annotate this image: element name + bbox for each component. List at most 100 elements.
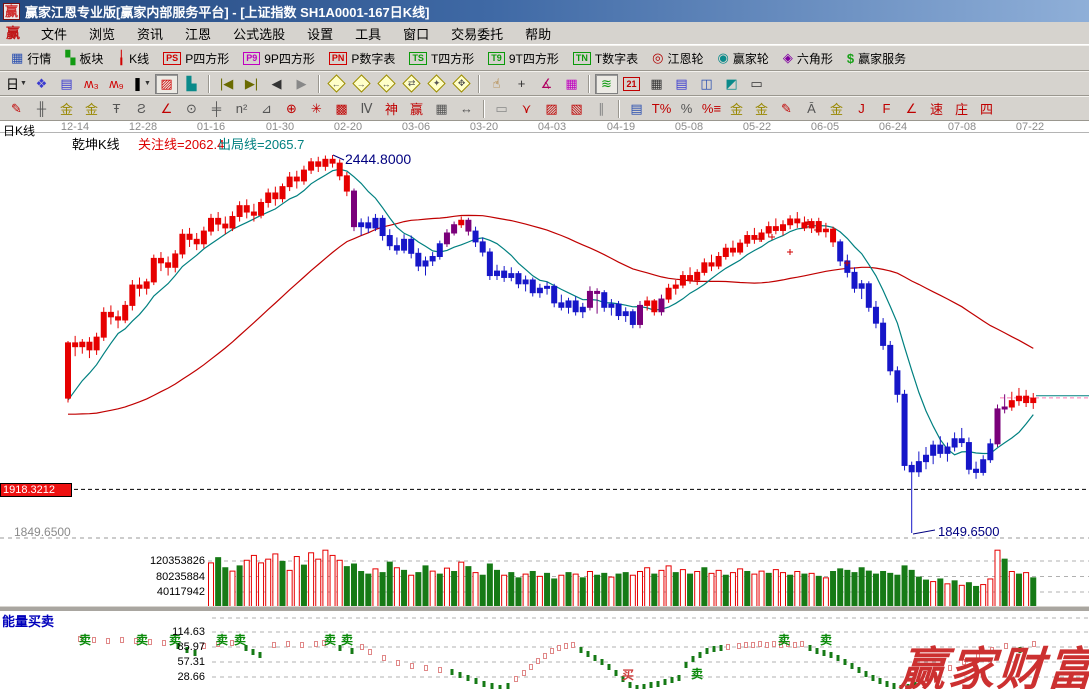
menu-item-3[interactable]: 江恩	[174, 22, 222, 45]
toolbar-button-f-grid-tool[interactable]: Ŧ	[105, 99, 128, 119]
menu-item-5[interactable]: 设置	[296, 22, 344, 45]
toolbar-button-ying-tool[interactable]: 赢	[405, 99, 428, 119]
toolbar-button-kn-tool[interactable]: Ⅳ	[355, 99, 378, 119]
toolbar-button-first-page[interactable]: |◀	[215, 74, 238, 94]
toolbar-button-winner-wheel[interactable]: ◉赢家轮	[711, 47, 776, 69]
toolbar-button-angle-line-tool[interactable]: ∠	[900, 99, 923, 119]
kline-chart-canvas[interactable]: 卖卖卖卖卖卖卖卖卖卖买	[0, 121, 1089, 689]
toolbar-button-t-square[interactable]: TST四方形	[402, 47, 481, 69]
toolbar-button-qiankun-toggle[interactable]: ▨	[155, 74, 178, 94]
toolbar-button-angle-tool[interactable]: ∡	[535, 74, 558, 94]
toolbar-button-circle-pattern-tool[interactable]: ▨	[540, 99, 563, 119]
toolbar-button-percent-lines-tool[interactable]: %≡	[700, 99, 723, 119]
toolbar-button-wave-3[interactable]: ʍ₃	[80, 74, 103, 94]
menu-item-9[interactable]: 帮助	[514, 22, 562, 45]
toolbar-button-gold-circle-tool[interactable]: 金	[725, 99, 748, 119]
toolbar-button-width-arrows-tool[interactable]: ↔	[455, 99, 478, 119]
toolbar-button-shift-left[interactable]: ←	[325, 74, 348, 94]
9p-square-icon: P9	[243, 52, 260, 65]
toolbar-button-speed-line-tool[interactable]: 速	[925, 99, 948, 119]
toolbar-button-shen-tool[interactable]: 神	[380, 99, 403, 119]
toolbar-button-si-line-tool[interactable]: 四	[975, 99, 998, 119]
toolbar-button-info-panel[interactable]: ▤	[55, 74, 78, 94]
toolbar-button-gann-wheel[interactable]: ◎江恩轮	[645, 47, 710, 69]
toolbar-button-zhuang-line-tool[interactable]: 庄	[950, 99, 973, 119]
toolbar-button-save[interactable]: ◫	[695, 74, 718, 94]
toolbar-button-notes[interactable]: ▤	[670, 74, 693, 94]
toolbar-button-winner-service[interactable]: $赢家服务	[840, 47, 913, 69]
toolbar-button-starburst-tool[interactable]: ✳	[305, 99, 328, 119]
toolbar-button-expand-all[interactable]: ✥	[450, 74, 473, 94]
toolbar-button-brush-angle-tool[interactable]: ✎	[775, 99, 798, 119]
toolbar-button-t-digit-table[interactable]: TNT数字表	[566, 47, 645, 69]
toolbar-button-9p-square[interactable]: P99P四方形	[236, 47, 322, 69]
toolbar-button-last-page[interactable]: ▶|	[240, 74, 263, 94]
toolbar-button-fit-screen[interactable]: ✦	[425, 74, 448, 94]
toolbar-button-crosshair-tool[interactable]: +	[510, 74, 533, 94]
menu-item-7[interactable]: 窗口	[392, 22, 440, 45]
toolbar-button-compress-horizontal[interactable]: ⇄	[400, 74, 423, 94]
toolbar-button-ruler123-tool[interactable]: ▦	[430, 99, 453, 119]
toolbar-button-gold-grid-tool[interactable]: 金	[55, 99, 78, 119]
toolbar-button-calculator[interactable]: ▦	[645, 74, 668, 94]
menu-item-2[interactable]: 资讯	[126, 22, 174, 45]
toolbar-button-percent-panel-tool[interactable]: ▤	[625, 99, 648, 119]
toolbar-button-rays-tool[interactable]: ⋎	[515, 99, 538, 119]
toolbar-button-f-line-tool[interactable]: F	[875, 99, 898, 119]
toolbar-button-arc-tool[interactable]: Ā	[800, 99, 823, 119]
toolbar-button-ruler-tool[interactable]: ╪	[205, 99, 228, 119]
indicator-level-label: 114.63	[172, 626, 205, 638]
menu-item-8[interactable]: 交易委托	[440, 22, 514, 45]
toolbar-button-gold-lines-tool[interactable]: 金	[750, 99, 773, 119]
toolbar-button-pen-tool[interactable]: ✎	[5, 99, 28, 119]
bow-tool-icon: Ƨ	[137, 101, 146, 116]
toolbar-button-quotes[interactable]: ▦行情	[4, 47, 58, 69]
toolbar-button-hexagon[interactable]: ◈六角形	[776, 47, 840, 69]
toolbar-button-protractor-tool[interactable]: ⊿	[255, 99, 278, 119]
pen-angle-tool-icon: ∠	[161, 101, 173, 117]
toolbar-button-gold-angle-tool[interactable]: 金	[825, 99, 848, 119]
toolbar-button-next-candle[interactable]: ▶	[290, 74, 313, 94]
toolbar-button-expand-horizontal[interactable]: ↔	[375, 74, 398, 94]
toolbar-button-chart-pattern[interactable]: ❖	[30, 74, 53, 94]
toolbar-button-bow-tool[interactable]: Ƨ	[130, 99, 153, 119]
toolbar-button-calendar-21[interactable]: 21	[620, 74, 643, 94]
last-page-icon: ▶|	[245, 76, 258, 92]
menu-item-4[interactable]: 公式选股	[222, 22, 296, 45]
toolbar-button-circle-cross-tool[interactable]: ⊕	[280, 99, 303, 119]
menu-item-1[interactable]: 浏览	[78, 22, 126, 45]
toolbar-button-n2-tool[interactable]: n²	[230, 99, 253, 119]
menu-bar: 赢 文件浏览资讯江恩公式选股设置工具窗口交易委托帮助	[0, 22, 1089, 45]
toolbar-button-parallel-tool[interactable]: ∥	[590, 99, 613, 119]
toolbar-button-gold-grid2-tool[interactable]: 金	[80, 99, 103, 119]
toolbar-button-period-day[interactable]: 日▼	[5, 74, 28, 94]
toolbar-button-grid-tool[interactable]: ╫	[30, 99, 53, 119]
toolbar-button-spiderweb-tool[interactable]: ▩	[330, 99, 353, 119]
date-tick-label: 12-28	[129, 121, 157, 133]
toolbar-button-box-tool[interactable]: ▦	[560, 74, 583, 94]
toolbar-button-pen-angle-tool[interactable]: ∠	[155, 99, 178, 119]
toolbar-button-print[interactable]: ▭	[745, 74, 768, 94]
toolbar-button-p-digit-table[interactable]: PNP数字表	[322, 47, 403, 69]
toolbar-button-t-percent-tool[interactable]: T%	[650, 99, 673, 119]
toolbar-button-save-export[interactable]: ◩	[720, 74, 743, 94]
toolbar-button-box-select-tool[interactable]: ▭	[490, 99, 513, 119]
toolbar-button-sectors[interactable]: ▚板块	[58, 47, 110, 69]
toolbar-button-circle-clock-tool[interactable]: ⊙	[180, 99, 203, 119]
toolbar-button-p-square[interactable]: PSP四方形	[156, 47, 236, 69]
toolbar-button-9t-square[interactable]: T99T四方形	[481, 47, 566, 69]
toolbar-button-kline[interactable]: ╽K线	[110, 47, 156, 69]
toolbar-button-percent-tool[interactable]: %	[675, 99, 698, 119]
toolbar-button-prev-candle[interactable]: ◀	[265, 74, 288, 94]
menu-item-0[interactable]: 文件	[30, 22, 78, 45]
toolbar-button-wave-analysis[interactable]: ≋	[595, 74, 618, 94]
menu-item-6[interactable]: 工具	[344, 22, 392, 45]
toolbar-button-grid-pattern-tool[interactable]: ▧	[565, 99, 588, 119]
pane-separator[interactable]	[0, 606, 1089, 611]
toolbar-button-color-chart[interactable]: ▙	[180, 74, 203, 94]
toolbar-button-hand-tool[interactable]: ☝	[485, 74, 508, 94]
toolbar-button-wave-9[interactable]: ʍ₉	[105, 74, 128, 94]
toolbar-button-j-line-tool[interactable]: J	[850, 99, 873, 119]
toolbar-button-single-candle[interactable]: ❚▼	[130, 74, 153, 94]
toolbar-button-shift-right[interactable]: →	[350, 74, 373, 94]
